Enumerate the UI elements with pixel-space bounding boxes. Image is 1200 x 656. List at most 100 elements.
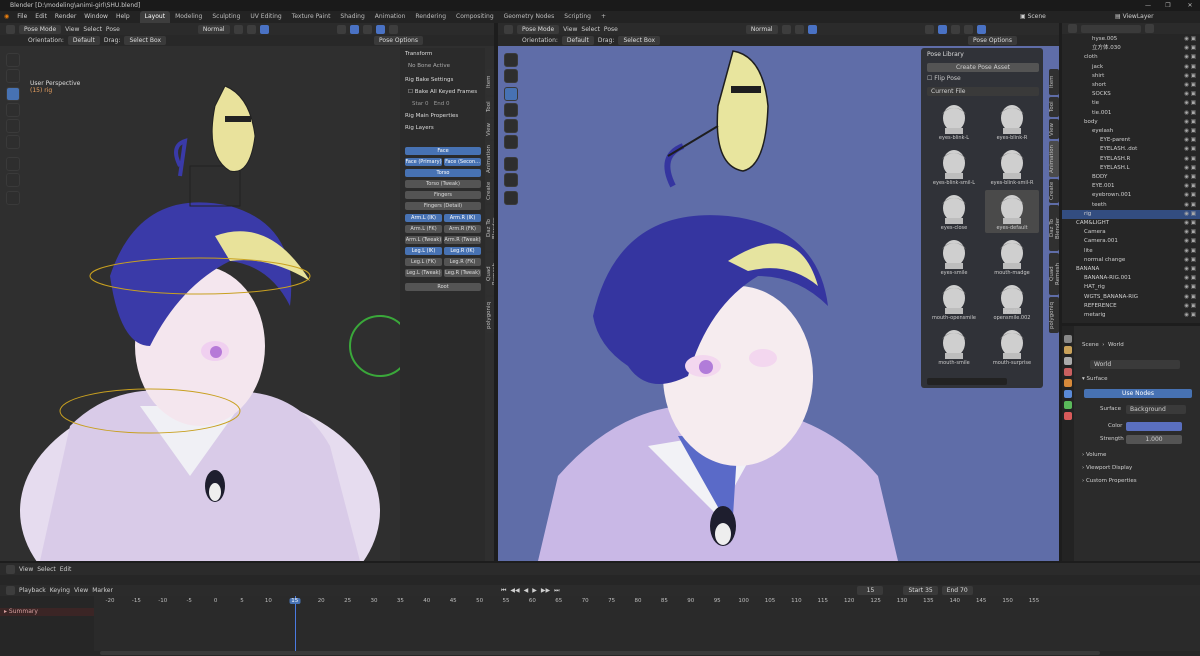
shading-solid-icon[interactable] bbox=[375, 24, 385, 34]
tab-polygoniq-right[interactable]: polygoniq bbox=[1049, 297, 1059, 333]
outliner-search-input[interactable] bbox=[1081, 24, 1141, 33]
timeline-menu-keying[interactable]: Keying bbox=[50, 587, 70, 594]
visibility-toggle-icon[interactable]: ◉ ▣ bbox=[1184, 182, 1196, 191]
transform-space-dropdown[interactable]: Normal bbox=[197, 24, 230, 34]
pose-asset-eyes-smile[interactable]: eyes-smile bbox=[927, 235, 981, 278]
viewport-display-panel-header[interactable]: › Viewport Display bbox=[1082, 465, 1132, 471]
orientation-dropdown[interactable]: Default bbox=[67, 36, 100, 45]
tab-tool-left[interactable]: Tool bbox=[486, 97, 494, 117]
pose-asset-mouth-opensmile[interactable]: mouth-opensmile bbox=[927, 280, 981, 323]
custom-properties-panel-header[interactable]: › Custom Properties bbox=[1082, 478, 1137, 484]
outliner-row[interactable]: teeth ◉ ▣ bbox=[1062, 201, 1200, 210]
timeline-menu-edit[interactable]: Edit bbox=[60, 566, 72, 573]
outliner-row[interactable]: 立方体.030 ◉ ▣ bbox=[1062, 44, 1200, 53]
outliner-row[interactable]: shirt ◉ ▣ bbox=[1062, 72, 1200, 81]
visibility-toggle-icon[interactable]: ◉ ▣ bbox=[1184, 302, 1196, 311]
flip-pose-checkbox[interactable]: ☐ Flip Pose bbox=[927, 75, 961, 82]
visibility-toggle-icon[interactable]: ◉ ▣ bbox=[1184, 81, 1196, 90]
outliner-row[interactable]: hyse.005 ◉ ▣ bbox=[1062, 35, 1200, 44]
tab-animation-left[interactable]: Animation bbox=[486, 141, 494, 177]
visibility-toggle-icon[interactable]: ◉ ▣ bbox=[1184, 265, 1196, 274]
visibility-toggle-icon[interactable]: ◉ ▣ bbox=[1184, 109, 1196, 118]
overlay-icon[interactable] bbox=[349, 24, 359, 34]
pose-filter-input[interactable] bbox=[927, 378, 1007, 385]
outliner-row[interactable]: tie.001 ◉ ▣ bbox=[1062, 109, 1200, 118]
tool-tab-icon[interactable] bbox=[1064, 335, 1072, 343]
layer-arm-l-fk[interactable]: Arm.L (FK) bbox=[405, 225, 442, 233]
visibility-toggle-icon[interactable]: ◉ ▣ bbox=[1184, 219, 1196, 228]
layer-face[interactable]: Face bbox=[405, 147, 481, 155]
shading-solid-icon-right[interactable] bbox=[963, 24, 973, 34]
tab-rendering[interactable]: Rendering bbox=[410, 11, 451, 23]
visibility-toggle-icon[interactable]: ◉ ▣ bbox=[1184, 90, 1196, 99]
pose-asset-mouth-surprise[interactable]: mouth-surprise bbox=[985, 325, 1039, 368]
visibility-icon-right[interactable] bbox=[924, 24, 934, 34]
outliner-row[interactable]: EYELASH.R ◉ ▣ bbox=[1062, 155, 1200, 164]
pose-asset-eyes-blink-smil-L[interactable]: eyes-blink-smil-L bbox=[927, 145, 981, 188]
tab-daz-right[interactable]: Daz To Blender bbox=[1049, 205, 1059, 251]
pose-asset-mouth-smile[interactable]: mouth-smile bbox=[927, 325, 981, 368]
layer-leg-l-fk[interactable]: Leg.L (FK) bbox=[405, 258, 442, 266]
tab-polygoniq-left[interactable]: polygoniq bbox=[486, 297, 494, 333]
viewlayer-selector[interactable]: ▤ ViewLayer bbox=[1115, 11, 1154, 23]
outliner-row[interactable]: body ◉ ▣ bbox=[1062, 118, 1200, 127]
tab-item-right[interactable]: Item bbox=[1049, 69, 1059, 95]
visibility-toggle-icon[interactable]: ◉ ▣ bbox=[1184, 228, 1196, 237]
outliner-row[interactable]: BANANA ◉ ▣ bbox=[1062, 265, 1200, 274]
menu-window[interactable]: Window bbox=[80, 11, 112, 23]
play-icon[interactable]: ▶ bbox=[532, 587, 537, 594]
layer-arm-l-ik[interactable]: Arm.L (IK) bbox=[405, 214, 442, 222]
menu-view-left[interactable]: View bbox=[65, 26, 79, 33]
visibility-toggle-icon[interactable]: ◉ ▣ bbox=[1184, 44, 1196, 53]
tab-scripting[interactable]: Scripting bbox=[559, 11, 596, 23]
tab-view-right[interactable]: View bbox=[1049, 119, 1059, 139]
transform-space-dropdown-right[interactable]: Normal bbox=[745, 24, 778, 34]
surface-shader-dropdown[interactable]: Background bbox=[1126, 405, 1186, 414]
pose-options-dropdown-right[interactable]: Pose Options bbox=[968, 36, 1017, 45]
visibility-toggle-icon[interactable]: ◉ ▣ bbox=[1184, 72, 1196, 81]
outliner-row[interactable]: CAM&LIGHT ◉ ▣ bbox=[1062, 219, 1200, 228]
snap-icon-right[interactable] bbox=[794, 24, 804, 34]
visibility-toggle-icon[interactable]: ◉ ▣ bbox=[1184, 127, 1196, 136]
prev-key-icon[interactable]: ◀◀ bbox=[510, 587, 519, 594]
layer-leg-l-ik[interactable]: Leg.L (IK) bbox=[405, 247, 442, 255]
surface-panel-header[interactable]: ▾ Surface bbox=[1082, 376, 1107, 382]
tab-daz-left[interactable]: Daz To Blender bbox=[486, 205, 494, 251]
drag-dropdown-right[interactable]: Select Box bbox=[618, 36, 661, 45]
pose-asset-eyes-default[interactable]: eyes-default bbox=[985, 190, 1039, 233]
timeline-editor-icon[interactable] bbox=[6, 564, 15, 574]
timeline[interactable]: View Select Edit Playback Keying View Ma… bbox=[0, 563, 1200, 656]
visibility-toggle-icon[interactable]: ◉ ▣ bbox=[1184, 118, 1196, 127]
next-key-icon[interactable]: ▶▶ bbox=[541, 587, 550, 594]
timeline-menu-select[interactable]: Select bbox=[37, 566, 56, 573]
timeline-menu-view2[interactable]: View bbox=[74, 587, 88, 594]
tab-uv-editing[interactable]: UV Editing bbox=[245, 11, 286, 23]
snap-icon[interactable] bbox=[246, 24, 256, 34]
tab-create-right[interactable]: Create bbox=[1049, 179, 1059, 203]
visibility-toggle-icon[interactable]: ◉ ▣ bbox=[1184, 155, 1196, 164]
visibility-icon[interactable] bbox=[336, 24, 346, 34]
use-nodes-button[interactable]: Use Nodes bbox=[1084, 389, 1192, 398]
visibility-toggle-icon[interactable]: ◉ ▣ bbox=[1184, 191, 1196, 200]
menu-file[interactable]: File bbox=[13, 11, 31, 23]
properties-editor[interactable]: Scene › World World ▾ Surface Use Nodes … bbox=[1062, 326, 1200, 561]
timeline-menu-playback[interactable]: Playback bbox=[19, 587, 46, 594]
world-color-swatch[interactable] bbox=[1126, 422, 1182, 431]
star-value[interactable]: 0 bbox=[425, 101, 429, 107]
tab-quad-remesh-right[interactable]: Quad Remesh bbox=[1049, 253, 1059, 295]
tab-geometry-nodes[interactable]: Geometry Nodes bbox=[499, 11, 560, 23]
visibility-toggle-icon[interactable]: ◉ ▣ bbox=[1184, 173, 1196, 182]
outliner-row[interactable]: jack ◉ ▣ bbox=[1062, 63, 1200, 72]
tab-quad-remesh-left[interactable]: Quad Remesh bbox=[486, 253, 494, 295]
visibility-toggle-icon[interactable]: ◉ ▣ bbox=[1184, 247, 1196, 256]
timeline-type-icon[interactable] bbox=[6, 586, 15, 595]
outliner-row[interactable]: WGTS_BANANA-RIG ◉ ▣ bbox=[1062, 293, 1200, 302]
layer-arm-l-tweak[interactable]: Arm.L (Tweak) bbox=[405, 236, 442, 244]
layer-leg-r-fk[interactable]: Leg.R (FK) bbox=[444, 258, 481, 266]
rig-main-section[interactable]: Rig Main Properties bbox=[400, 110, 485, 122]
editor-type-icon[interactable] bbox=[6, 24, 15, 34]
outliner-row[interactable]: EYE-parent ◉ ▣ bbox=[1062, 136, 1200, 145]
tab-compositing[interactable]: Compositing bbox=[451, 11, 499, 23]
xray-icon[interactable] bbox=[362, 24, 372, 34]
outliner-row[interactable]: EYE.001 ◉ ▣ bbox=[1062, 182, 1200, 191]
